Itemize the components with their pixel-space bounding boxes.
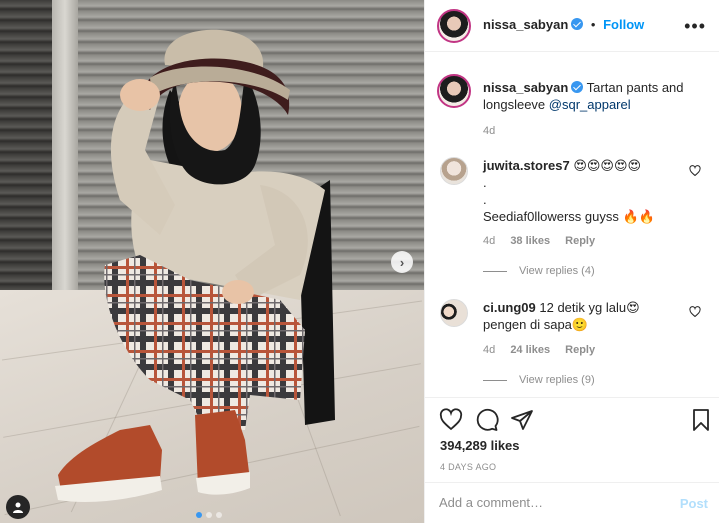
- comment-input[interactable]: [439, 495, 659, 510]
- caption-mention-link[interactable]: @sqr_apparel: [549, 97, 631, 112]
- post-side-panel: nissa_sabyan • Follow ••• nissa_sabyan T…: [424, 0, 719, 523]
- comment-item: ci.ung09 12 detik yg lalu😍 pengen di sap…: [483, 299, 688, 333]
- verified-badge-icon: [571, 81, 584, 93]
- comment-icon[interactable]: [475, 408, 499, 432]
- comment-avatar[interactable]: [440, 157, 468, 185]
- avatar[interactable]: [437, 9, 471, 43]
- carousel-indicator: [196, 512, 222, 518]
- post-date: 4 DAYS AGO: [440, 462, 497, 472]
- comment-meta: 4d 38 likes Reply: [483, 235, 595, 247]
- follow-button[interactable]: Follow: [603, 17, 644, 32]
- comment-text-line: Seediaf0llowerss guyss 🔥🔥: [483, 209, 655, 224]
- view-replies-button[interactable]: View replies (9): [483, 374, 595, 386]
- reply-button[interactable]: Reply: [565, 344, 595, 356]
- caption-age: 4d: [483, 125, 496, 137]
- carousel-dot: [196, 512, 202, 518]
- view-replies-button[interactable]: View replies (4): [483, 265, 595, 277]
- comment-likes[interactable]: 24 likes: [510, 344, 550, 356]
- caption-avatar[interactable]: [437, 74, 471, 108]
- comment-age: 4d: [483, 235, 496, 247]
- comment-username[interactable]: juwita.stores7: [483, 158, 570, 173]
- user-tag-icon: [13, 502, 23, 513]
- comment-username[interactable]: ci.ung09: [483, 300, 536, 315]
- chevron-right-icon: ›: [399, 254, 405, 270]
- comment-text-line: pengen di sapa🙂: [483, 317, 589, 332]
- person-illustration: [55, 29, 335, 502]
- comment-item: juwita.stores7 😍😍😍😍😍 . . Seediaf0llowers…: [483, 157, 688, 225]
- carousel-dot: [216, 512, 222, 518]
- header-separator: •: [590, 17, 596, 32]
- more-options-icon[interactable]: •••: [684, 16, 706, 37]
- post-actions: 394,289 likes 4 DAYS AGO Post: [425, 397, 719, 523]
- comment-text-line: 12 detik yg lalu😍: [539, 300, 640, 315]
- divider: [483, 270, 507, 272]
- comment-avatar[interactable]: [440, 299, 468, 327]
- heart-icon[interactable]: [439, 408, 463, 432]
- carousel-dot: [206, 512, 212, 518]
- comment-age: 4d: [483, 344, 496, 356]
- header-user-line: nissa_sabyan • Follow: [483, 17, 644, 32]
- post-comment-button[interactable]: Post: [680, 496, 708, 511]
- divider: [483, 379, 507, 381]
- view-replies-label: View replies (9): [519, 374, 595, 386]
- post-header: nissa_sabyan • Follow •••: [425, 0, 719, 52]
- comment-text-line: 😍😍😍😍😍: [573, 158, 642, 173]
- comment-form: Post: [425, 482, 719, 523]
- comment-text-line: .: [483, 192, 487, 207]
- verified-badge-icon: [571, 18, 584, 30]
- comment-likes[interactable]: 38 likes: [510, 235, 550, 247]
- user-tag-button[interactable]: [6, 495, 30, 519]
- caption-username[interactable]: nissa_sabyan: [483, 80, 568, 95]
- caption: nissa_sabyan Tartan pants and longsleeve…: [483, 79, 708, 137]
- comment-like-heart-icon[interactable]: [689, 306, 701, 318]
- post-photo[interactable]: ›: [0, 0, 424, 523]
- comment-like-heart-icon[interactable]: [689, 165, 701, 177]
- reply-button[interactable]: Reply: [565, 235, 595, 247]
- comment-text-line: .: [483, 175, 487, 190]
- header-username[interactable]: nissa_sabyan: [483, 17, 568, 32]
- like-count[interactable]: 394,289 likes: [440, 438, 520, 453]
- comment-meta: 4d 24 likes Reply: [483, 344, 595, 356]
- share-icon[interactable]: [510, 408, 534, 432]
- bookmark-icon[interactable]: [689, 408, 713, 432]
- next-slide-button[interactable]: ›: [391, 251, 413, 273]
- view-replies-label: View replies (4): [519, 265, 595, 277]
